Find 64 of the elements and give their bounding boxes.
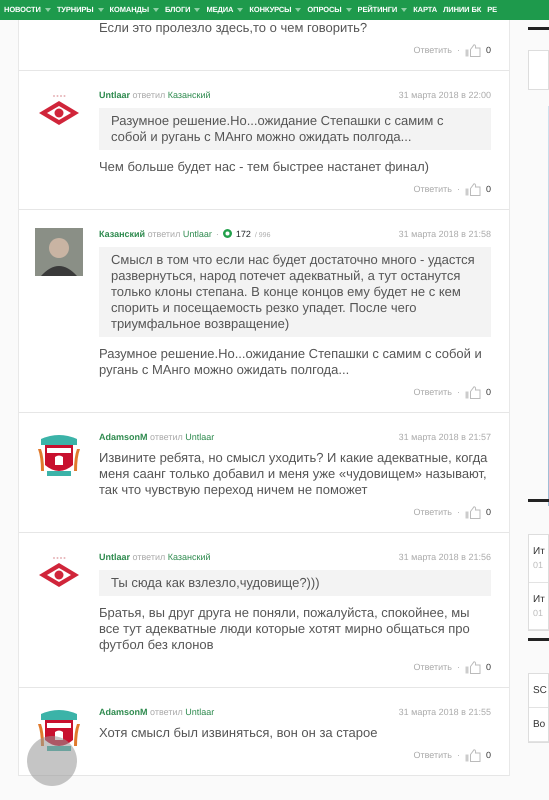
author-link[interactable]: AdamsonM [99,706,148,716]
separator-dot: · [456,183,460,196]
thumbs-up-icon[interactable] [464,749,481,762]
author-link[interactable]: Казанский [168,90,211,100]
reply-link[interactable]: Ответить [414,44,452,58]
separator-dot: · [456,661,460,674]
author-link[interactable]: Казанский [99,228,146,238]
thumbs-up-icon[interactable] [464,183,481,196]
comment-text: Извините ребята, но смысл уходить? И какие адекватные, когда меня саанг только добавил и меня уже «чудовищем» называют, так что чувствую переход ничем не поможет [99,450,488,498]
reply-link[interactable]: Ответить [414,661,452,674]
comment-date: 31 марта 2018 в 21:55 [398,706,491,719]
reply-to-label: ответил [150,706,183,716]
comment-text: Хотя смысл был извиняться, вон он за старое [99,725,378,741]
author-link[interactable]: Untlaar [185,432,214,442]
author-link[interactable]: Untlaar [99,90,130,100]
quoted-text: Смысл в том что если нас будет достаточно много - удастся развернуться, народ потечет адекватный, а тут останутся только клоны степана. В конце концов ему будет не с кем спорить и посещаемость резко упадет. После чего триумфальное возвращение) [99,247,491,337]
separator-dot: · [216,228,219,238]
like-count: 0 [486,183,491,196]
thumbs-up-icon[interactable] [464,44,481,58]
reply-link[interactable]: Ответить [414,183,452,196]
author-link[interactable]: Untlaar [185,706,214,716]
sidebar-item-date: 01 [533,606,544,620]
sidebar-item[interactable]: Ит [533,592,545,606]
like-count: 0 [486,661,491,674]
separator-dot: · [456,386,460,399]
sidebar-item[interactable]: SC [533,683,547,698]
reply-to-label: ответил [150,432,183,442]
reply-to-label: ответил [148,228,180,238]
comment-text: Чем больше будет нас - тем быстрее настанет финал) [99,159,430,175]
reply-link[interactable]: Ответить [414,386,452,400]
quoted-text: Разумное решение.Но...ожидание Степашки с самим с собой и ругань с МАнго можно ожидать полгода... [99,108,491,150]
like-count: 0 [486,506,491,519]
sidebar-item[interactable]: Во [533,717,546,732]
quoted-text: Ты сюда как взлезло,чудовище?))) [99,570,491,596]
like-count: 0 [486,749,491,762]
like-count: 0 [486,44,491,57]
sidebar-panel [528,50,549,90]
comment-text: Братья, вы друг друга не поняли, пожалуйста, спокойнее, мы все тут адекватные люди которые хотят мирно общаться про футбол без клонов [99,605,471,653]
author-link[interactable]: Казанский [168,552,211,562]
like-count: 0 [486,386,491,399]
comment-date: 31 марта 2018 в 21:57 [398,430,491,444]
comment-text: Разумное решение.Но...ожидание Степашки с самим с собой и ругань с МАнго можно ожидать полгода... [99,346,483,378]
author-link[interactable]: Untlaar [182,228,212,238]
separator-dot: · [456,44,460,57]
author-link[interactable]: AdamsonM [99,432,148,442]
scroll-top-button[interactable] [27,736,77,786]
comment-text: Если это пролезло здесь,то о чем говорить? [99,20,368,36]
rating-value: 172 [236,228,251,238]
separator-dot: · [456,506,460,519]
reply-to-label: ответил [132,552,166,562]
thumbs-up-icon[interactable] [464,506,481,520]
reply-to-label: ответил [132,90,166,100]
thumbs-up-icon[interactable] [464,661,481,674]
comment-date: 31 марта 2018 в 21:56 [398,550,491,564]
author-link[interactable]: Untlaar [99,552,130,562]
rating-icon [222,228,232,238]
comment-date: 31 марта 2018 в 21:58 [398,228,491,241]
separator-dot: · [456,749,460,762]
thumbs-up-icon[interactable] [464,386,481,400]
comment-date: 31 марта 2018 в 22:00 [398,88,491,102]
reply-link[interactable]: Ответить [414,506,452,520]
sidebar-item-date: 01 [533,559,544,572]
sidebar-item[interactable]: Ит [533,544,545,559]
reply-link[interactable]: Ответить [414,749,452,762]
